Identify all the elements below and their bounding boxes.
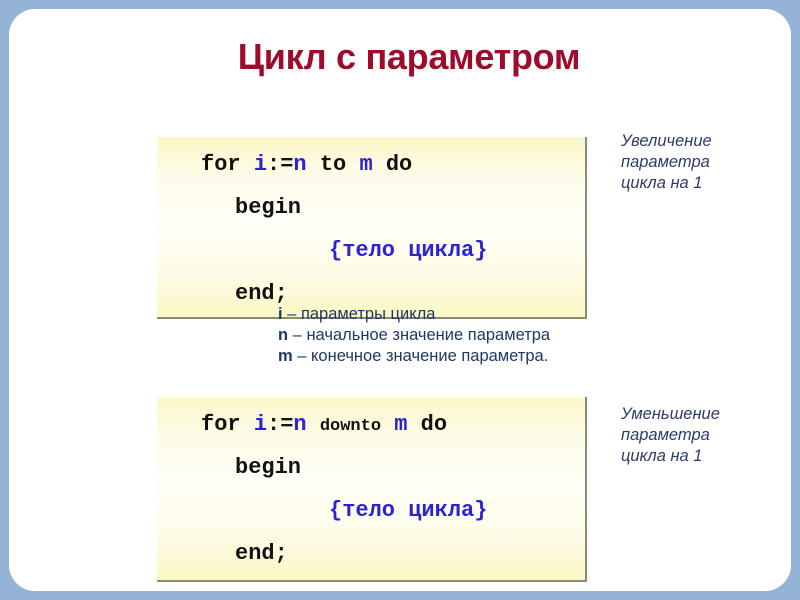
code-token: begin xyxy=(235,195,302,220)
slide-frame: Цикл с параметром for i:=n to m do begin… xyxy=(0,0,800,600)
note-decrease: Уменьшение параметра цикла на 1 xyxy=(621,404,791,467)
page-title: Цикл с параметром xyxy=(237,36,581,77)
code-token: for xyxy=(201,412,254,437)
code-line-for-downto: for i:=n downto m do xyxy=(201,414,447,436)
code-token: downto xyxy=(319,417,382,436)
note-line: параметра xyxy=(621,426,710,444)
code-line-body: {тело цикла} xyxy=(329,500,487,522)
legend-row-n: n – начальное значение параметра xyxy=(278,325,550,346)
code-token: {тело цикла} xyxy=(329,498,488,523)
code-line-begin: begin xyxy=(235,197,301,219)
code-token: i xyxy=(253,152,268,177)
legend-symbol: n xyxy=(278,326,289,344)
code-token: begin xyxy=(235,455,302,480)
slide-canvas: Цикл с параметром for i:=n to m do begin… xyxy=(9,9,791,591)
code-token: to xyxy=(306,152,360,177)
note-increase: Увеличение параметра цикла на 1 xyxy=(621,131,791,194)
note-line: цикла на 1 xyxy=(621,447,703,465)
note-line: параметра xyxy=(621,153,710,171)
code-token: end; xyxy=(235,281,288,306)
code-token: := xyxy=(267,412,294,437)
legend-description: – начальное значение параметра xyxy=(288,326,551,344)
legend-description: – параметры цикла xyxy=(282,305,436,323)
note-line: Увеличение xyxy=(621,132,712,150)
legend: i – параметры цикла n – начальное значен… xyxy=(278,304,550,367)
code-token: m xyxy=(359,152,373,177)
code-token: do xyxy=(372,152,413,177)
code-block-for-to: for i:=n to m do begin {тело цикла} end; xyxy=(157,137,587,319)
legend-row-m: m – конечное значение параметра. xyxy=(278,346,550,367)
legend-symbol: m xyxy=(278,347,293,365)
code-line-begin: begin xyxy=(235,457,301,479)
code-token: {тело цикла} xyxy=(329,238,488,263)
code-line-end: end; xyxy=(235,543,288,565)
note-line: Уменьшение xyxy=(621,405,720,423)
legend-description: – конечное значение параметра. xyxy=(292,347,549,365)
code-token: n xyxy=(293,412,307,437)
code-token: for xyxy=(201,152,254,177)
code-line-end: end; xyxy=(235,283,288,305)
code-token: n xyxy=(293,152,307,177)
legend-row-i: i – параметры цикла xyxy=(278,304,550,325)
code-token: i xyxy=(253,412,268,437)
code-token: end; xyxy=(235,541,288,566)
code-block-for-downto: for i:=n downto m do begin {тело цикла} … xyxy=(157,397,587,582)
note-line: цикла на 1 xyxy=(621,174,703,192)
code-token: do xyxy=(407,412,448,437)
code-token: m xyxy=(394,412,408,437)
code-line-for-to: for i:=n to m do xyxy=(201,154,412,176)
code-token: := xyxy=(267,152,294,177)
code-line-body: {тело цикла} xyxy=(329,240,487,262)
